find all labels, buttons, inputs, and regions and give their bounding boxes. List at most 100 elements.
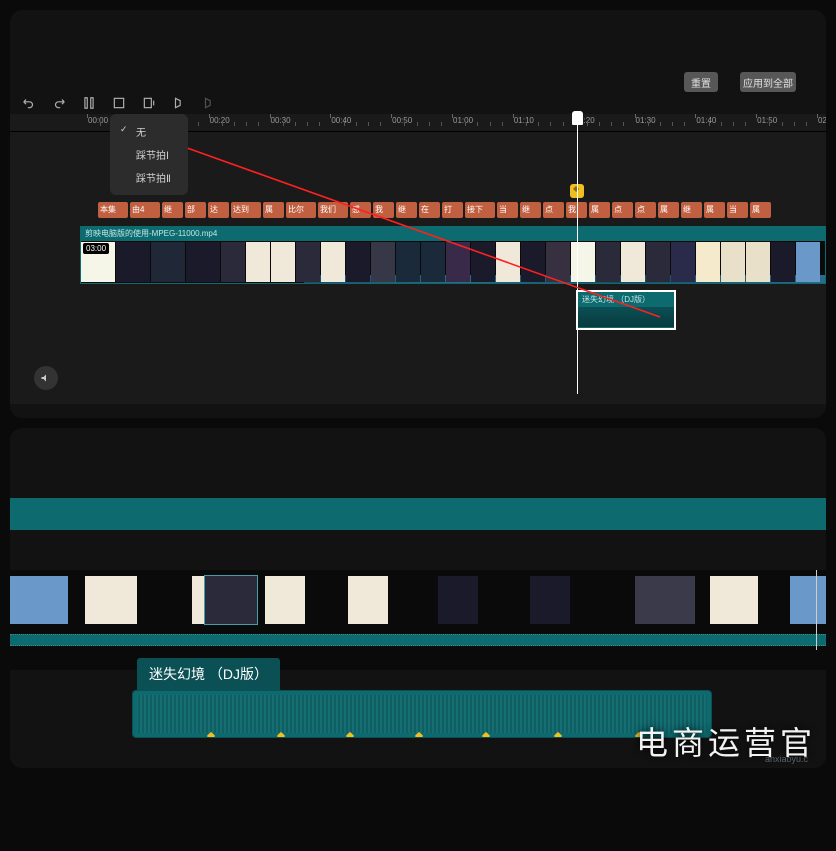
timeline-editor-panel: 重置 应用到全部 00:0000:1000:2000:3000:4000:500… — [10, 10, 826, 418]
video-thumbnail[interactable] — [116, 242, 150, 282]
video-thumbnail[interactable] — [746, 242, 770, 282]
zoom-scrollbar[interactable] — [10, 634, 826, 646]
dropdown-item[interactable]: 踩节拍Ⅱ — [110, 166, 188, 189]
text-caption-chip[interactable]: 达到 — [231, 202, 261, 218]
zoom-thumbnail[interactable] — [10, 576, 68, 624]
video-thumbnail[interactable] — [721, 242, 745, 282]
spacer — [10, 428, 826, 498]
video-thumbnail[interactable] — [621, 242, 645, 282]
crop-icon[interactable] — [112, 96, 126, 110]
video-thumbnail[interactable] — [521, 242, 545, 282]
video-thumbnail[interactable] — [596, 242, 620, 282]
zoom-thumbnail[interactable] — [790, 576, 826, 624]
playhead[interactable] — [577, 114, 578, 394]
text-caption-chip[interactable]: 点 — [635, 202, 656, 218]
video-thumbnail[interactable] — [646, 242, 670, 282]
video-thumbnail[interactable] — [321, 242, 345, 282]
watermark-subtext: anxiaoyu.c — [765, 754, 808, 764]
text-caption-chip[interactable]: 属 — [658, 202, 679, 218]
text-caption-chip[interactable]: 继 — [520, 202, 541, 218]
video-thumbnail[interactable] — [471, 242, 495, 282]
zoom-thumbnail[interactable] — [530, 576, 570, 624]
flag-icon[interactable] — [202, 96, 216, 110]
dropdown-item[interactable]: 无 — [110, 120, 188, 143]
video-thumbnail[interactable] — [371, 242, 395, 282]
video-thumbnail[interactable] — [296, 242, 320, 282]
video-thumbnail[interactable] — [421, 242, 445, 282]
ruler-tick: 01:30 — [636, 116, 656, 125]
video-thumbnail[interactable] — [496, 242, 520, 282]
audio-waveform-body[interactable] — [132, 690, 712, 738]
zoom-thumbnail[interactable] — [635, 576, 695, 624]
text-caption-chip[interactable]: 属 — [589, 202, 610, 218]
playhead-handle[interactable] — [572, 111, 583, 125]
zoom-thumbnail[interactable] — [85, 576, 137, 624]
text-caption-chip[interactable]: 比尔 — [286, 202, 316, 218]
reset-button[interactable]: 重置 — [684, 72, 718, 92]
text-caption-chip[interactable]: 部 — [185, 202, 206, 218]
text-caption-chip[interactable]: 我们 — [318, 202, 348, 218]
video-thumbnail[interactable] — [446, 242, 470, 282]
text-caption-chip[interactable]: 本集 — [98, 202, 128, 218]
text-caption-chip[interactable]: 继 — [162, 202, 183, 218]
text-caption-chip[interactable]: 达 — [208, 202, 229, 218]
ruler-tick: 00:00 — [88, 116, 108, 125]
video-clip-filename: 剪映电脑版的使用-MPEG-11000.mp4 — [81, 227, 825, 241]
dropdown-item[interactable]: 踩节拍Ⅰ — [110, 143, 188, 166]
video-thumbnail[interactable] — [671, 242, 695, 282]
text-caption-chip[interactable]: 继 — [681, 202, 702, 218]
track-header-strip — [10, 498, 826, 530]
text-caption-chip[interactable]: 属 — [750, 202, 771, 218]
apply-all-button[interactable]: 应用到全部 — [740, 72, 796, 92]
video-thumbnail[interactable] — [396, 242, 420, 282]
zoom-playhead[interactable] — [816, 570, 817, 650]
undo-icon[interactable] — [22, 96, 36, 110]
text-caption-chip[interactable]: 当 — [497, 202, 518, 218]
text-caption-chip[interactable]: 由4 — [130, 202, 160, 218]
video-thumbnail[interactable] — [696, 242, 720, 282]
zoom-thumbnail[interactable] — [710, 576, 758, 624]
text-caption-chip[interactable]: 在 — [419, 202, 440, 218]
ruler-tick: 01:00 — [453, 116, 473, 125]
audio-track-zoomed[interactable]: 迷失幻境 （DJ版） — [132, 658, 712, 738]
text-caption-chip[interactable]: 接下 — [465, 202, 495, 218]
split-icon[interactable] — [82, 96, 96, 110]
video-thumbnail[interactable] — [796, 242, 820, 282]
text-track[interactable]: 本集由4继部达达到属比尔我们感我继在打接下当继点我属点点属继属当属 — [80, 202, 826, 222]
ruler-tick: 02:00 — [818, 116, 826, 125]
video-thumbnails[interactable] — [81, 241, 825, 283]
video-thumbnail[interactable] — [186, 242, 220, 282]
marker-right-icon[interactable] — [172, 96, 186, 110]
video-thumbnail[interactable] — [771, 242, 795, 282]
mute-track-button[interactable] — [34, 366, 58, 390]
text-caption-chip[interactable]: 打 — [442, 202, 463, 218]
zoom-thumbnail[interactable] — [348, 576, 388, 624]
marker-left-icon[interactable] — [142, 96, 156, 110]
video-thumbnail[interactable] — [246, 242, 270, 282]
timeline-area[interactable]: 00:0000:1000:2000:3000:4000:5001:0001:10… — [10, 114, 826, 404]
video-thumbnail[interactable] — [151, 242, 185, 282]
redo-icon[interactable] — [52, 96, 66, 110]
text-caption-chip[interactable]: 属 — [704, 202, 725, 218]
text-caption-chip[interactable]: 点 — [612, 202, 633, 218]
ruler-tick: 00:20 — [210, 116, 230, 125]
text-caption-chip[interactable]: 继 — [396, 202, 417, 218]
audio-clip[interactable]: 迷失幻境 （DJ版） — [576, 290, 676, 330]
video-thumbnail[interactable] — [546, 242, 570, 282]
video-thumbnail[interactable] — [271, 242, 295, 282]
video-thumbnail[interactable] — [346, 242, 370, 282]
video-track[interactable]: 剪映电脑版的使用-MPEG-11000.mp4 03:00 — [80, 226, 826, 284]
text-caption-chip[interactable]: 我 — [373, 202, 394, 218]
text-caption-chip[interactable]: 点 — [543, 202, 564, 218]
video-thumbnail[interactable] — [221, 242, 245, 282]
ruler-tick: 01:50 — [757, 116, 777, 125]
zoom-thumbnail[interactable] — [205, 576, 257, 624]
zoom-thumbnail[interactable] — [265, 576, 305, 624]
text-caption-chip[interactable]: 当 — [727, 202, 748, 218]
text-caption-chip[interactable]: 感 — [350, 202, 371, 218]
zoom-video-track[interactable] — [10, 570, 826, 670]
zoom-thumbnail[interactable] — [438, 576, 478, 624]
video-thumbnail[interactable] — [571, 242, 595, 282]
text-caption-chip[interactable]: 属 — [263, 202, 284, 218]
duration-badge: 03:00 — [83, 243, 109, 254]
